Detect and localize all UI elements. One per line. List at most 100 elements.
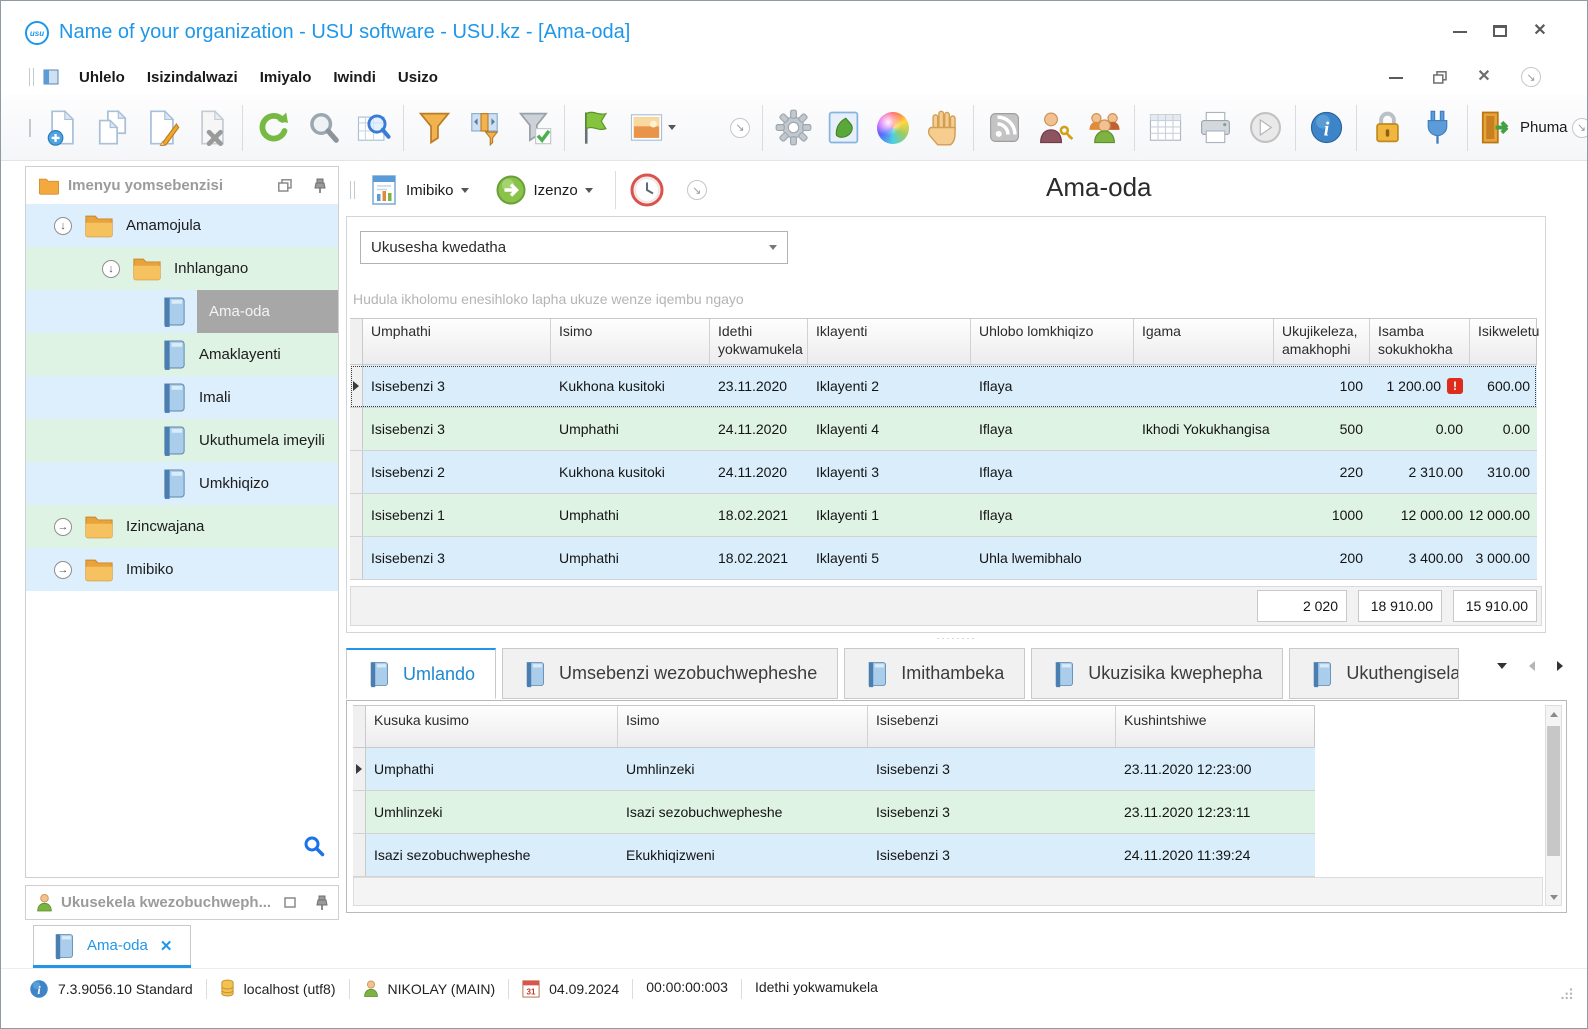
user-permissions-button[interactable] (1029, 101, 1079, 155)
refresh-button[interactable] (248, 101, 298, 155)
cell-kusuka-kusimo[interactable]: Umhlinzeki (366, 791, 618, 833)
sidebar-restore-icon[interactable] (278, 179, 292, 192)
support-maximize-icon[interactable] (284, 897, 296, 908)
color-palette-button[interactable] (868, 101, 918, 155)
reports-dropdown-button[interactable]: Imibiko (361, 170, 477, 210)
cell-iklayenti[interactable]: Iklayenti 5 (808, 537, 971, 579)
history-row-3[interactable]: Isazi sezobuchwepheshe Ekukhiqizweni Isi… (353, 834, 1315, 877)
cell-ukujikeleza[interactable]: 500 (1274, 408, 1370, 450)
feed-rss-button[interactable] (979, 101, 1029, 155)
delete-record-button[interactable] (187, 101, 237, 155)
column-header[interactable]: Igama (1134, 319, 1274, 364)
cell-isimo[interactable]: Umphathi (551, 537, 710, 579)
scheduler-clock-button[interactable] (621, 168, 673, 212)
child-restore-button[interactable] (1433, 71, 1447, 84)
scrollbar-thumb[interactable] (1547, 726, 1560, 856)
tree-node-izincwajana[interactable]: → Izincwajana (26, 505, 338, 548)
cell-ukujikeleza[interactable]: 100 (1274, 365, 1370, 407)
cell-isikweletu[interactable]: 3 000.00 (1470, 537, 1537, 579)
data-search-combobox[interactable]: Ukusesha kwedatha (360, 231, 788, 264)
cell-uhlobo[interactable]: Iflaya (971, 451, 1134, 493)
cell-igama[interactable] (1134, 537, 1274, 579)
map-button[interactable] (818, 101, 868, 155)
support-panel-header[interactable]: Ukusekela kwezobuchweph... (25, 885, 339, 920)
sidebar-pin-icon[interactable] (314, 178, 326, 194)
column-header[interactable]: Iklayenti (808, 319, 971, 364)
tree-node-label[interactable]: Inhlangano (174, 247, 338, 290)
menubar-options-chevron-icon[interactable]: ↘ (1521, 67, 1541, 87)
cell-idethi[interactable]: 24.11.2020 (710, 408, 808, 450)
cell-kushintshiwe[interactable]: 24.11.2020 11:39:24 (1116, 834, 1315, 876)
tree-node-label[interactable]: Ukuthumela imeyili (199, 419, 338, 462)
new-record-button[interactable] (37, 101, 87, 155)
cell-igama[interactable] (1134, 365, 1274, 407)
hand-button[interactable] (918, 101, 968, 155)
history-row-1[interactable]: Umphathi Umhlinzeki Isisebenzi 3 23.11.2… (353, 748, 1315, 791)
tree-node-label[interactable]: Imali (199, 376, 338, 419)
maximize-button[interactable] (1493, 25, 1507, 37)
cell-isikweletu[interactable]: 310.00 (1470, 451, 1537, 493)
orders-row-3[interactable]: Isisebenzi 2 Kukhona kusitoki 24.11.2020… (350, 451, 1537, 494)
exit-button[interactable]: Phuma (1473, 101, 1572, 155)
forward-button[interactable] (1240, 101, 1290, 155)
orders-row-4[interactable]: Isisebenzi 1 Umphathi 18.02.2021 Iklayen… (350, 494, 1537, 537)
cell-kushintshiwe[interactable]: 23.11.2020 12:23:11 (1116, 791, 1315, 833)
cell-idethi[interactable]: 18.02.2021 (710, 494, 808, 536)
column-header[interactable]: Umphathi (363, 319, 551, 364)
cell-isimo[interactable]: Umhlinzeki (618, 748, 868, 790)
collapse-node-icon[interactable]: ↓ (54, 217, 72, 235)
scroll-up-button[interactable] (1546, 706, 1561, 722)
cell-iklayenti[interactable]: Iklayenti 3 (808, 451, 971, 493)
cell-isamba[interactable]: 2 310.00 (1370, 451, 1470, 493)
tab-ukuzisika-kwephepha[interactable]: Ukuzisika kwephepha (1031, 648, 1283, 699)
cell-isisebenzi[interactable]: Isisebenzi 3 (868, 834, 1116, 876)
column-header[interactable]: Idethi yokwamukela (710, 319, 808, 364)
cell-isimo[interactable]: Umphathi (551, 408, 710, 450)
view-toolbar-grip[interactable] (350, 181, 355, 199)
document-tab-ama-oda[interactable]: Ama-oda ✕ (33, 925, 191, 965)
cell-ukujikeleza[interactable]: 200 (1274, 537, 1370, 579)
cell-isimo[interactable]: Kukhona kusitoki (551, 451, 710, 493)
cell-isikweletu[interactable]: 12 000.00 (1470, 494, 1537, 536)
tree-node-label[interactable]: Izincwajana (126, 505, 338, 548)
tree-node-ukuthumela-imeyili[interactable]: Ukuthumela imeyili (26, 419, 338, 462)
cell-isikweletu[interactable]: 0.00 (1470, 408, 1537, 450)
tree-node-amaklayenti[interactable]: Amaklayenti (26, 333, 338, 376)
cell-ukujikeleza[interactable]: 220 (1274, 451, 1370, 493)
settings-gear-button[interactable] (768, 101, 818, 155)
menu-usizo[interactable]: Usizo (387, 65, 449, 90)
cell-isimo[interactable]: Umphathi (551, 494, 710, 536)
grid-view-button[interactable] (1140, 101, 1190, 155)
resize-grip[interactable] (1560, 987, 1573, 1003)
tab-imithambeka[interactable]: Imithambeka (844, 648, 1025, 699)
cell-iklayenti[interactable]: Iklayenti 2 (808, 365, 971, 407)
collapse-node-icon[interactable]: ↓ (102, 260, 120, 278)
tree-node-imali[interactable]: Imali (26, 376, 338, 419)
actions-dropdown-button[interactable]: Izenzo (487, 170, 601, 210)
toolbar-grip[interactable] (29, 119, 31, 137)
column-header[interactable]: Kushintshiwe (1116, 706, 1314, 747)
orders-row-1[interactable]: Isisebenzi 3 Kukhona kusitoki 23.11.2020… (350, 365, 1537, 408)
horizontal-splitter[interactable]: ········ (346, 634, 1567, 644)
cell-isisebenzi[interactable]: Isisebenzi 3 (868, 748, 1116, 790)
cell-igama[interactable] (1134, 494, 1274, 536)
cell-isamba[interactable]: 3 400.00 (1370, 537, 1470, 579)
flag-button[interactable] (570, 101, 620, 155)
column-header[interactable]: Isimo (551, 319, 710, 364)
orders-row-2[interactable]: Isisebenzi 3 Umphathi 24.11.2020 Iklayen… (350, 408, 1537, 451)
tab-umsebenzi-wezobuchwepheshe[interactable]: Umsebenzi wezobuchwepheshe (502, 648, 838, 699)
tree-node-amamojula[interactable]: ↓ Amamojula (26, 204, 338, 247)
sidebar-search-icon[interactable] (302, 834, 326, 863)
tab-scroll-left-icon[interactable] (1529, 661, 1535, 671)
cell-ukujikeleza[interactable]: 1000 (1274, 494, 1370, 536)
filter-columns-button[interactable] (459, 101, 509, 155)
cell-iklayenti[interactable]: Iklayenti 4 (808, 408, 971, 450)
document-tab-close-icon[interactable]: ✕ (160, 937, 173, 955)
cell-isamba[interactable]: 1 200.00! (1370, 365, 1470, 407)
expand-node-icon[interactable]: → (54, 561, 72, 579)
child-close-button[interactable]: ✕ (1477, 71, 1491, 83)
cell-isimo[interactable]: Isazi sezobuchwepheshe (618, 791, 868, 833)
support-pin-icon[interactable] (316, 895, 328, 911)
tree-node-imibiko[interactable]: → Imibiko (26, 548, 338, 591)
close-button[interactable]: ✕ (1533, 25, 1547, 37)
